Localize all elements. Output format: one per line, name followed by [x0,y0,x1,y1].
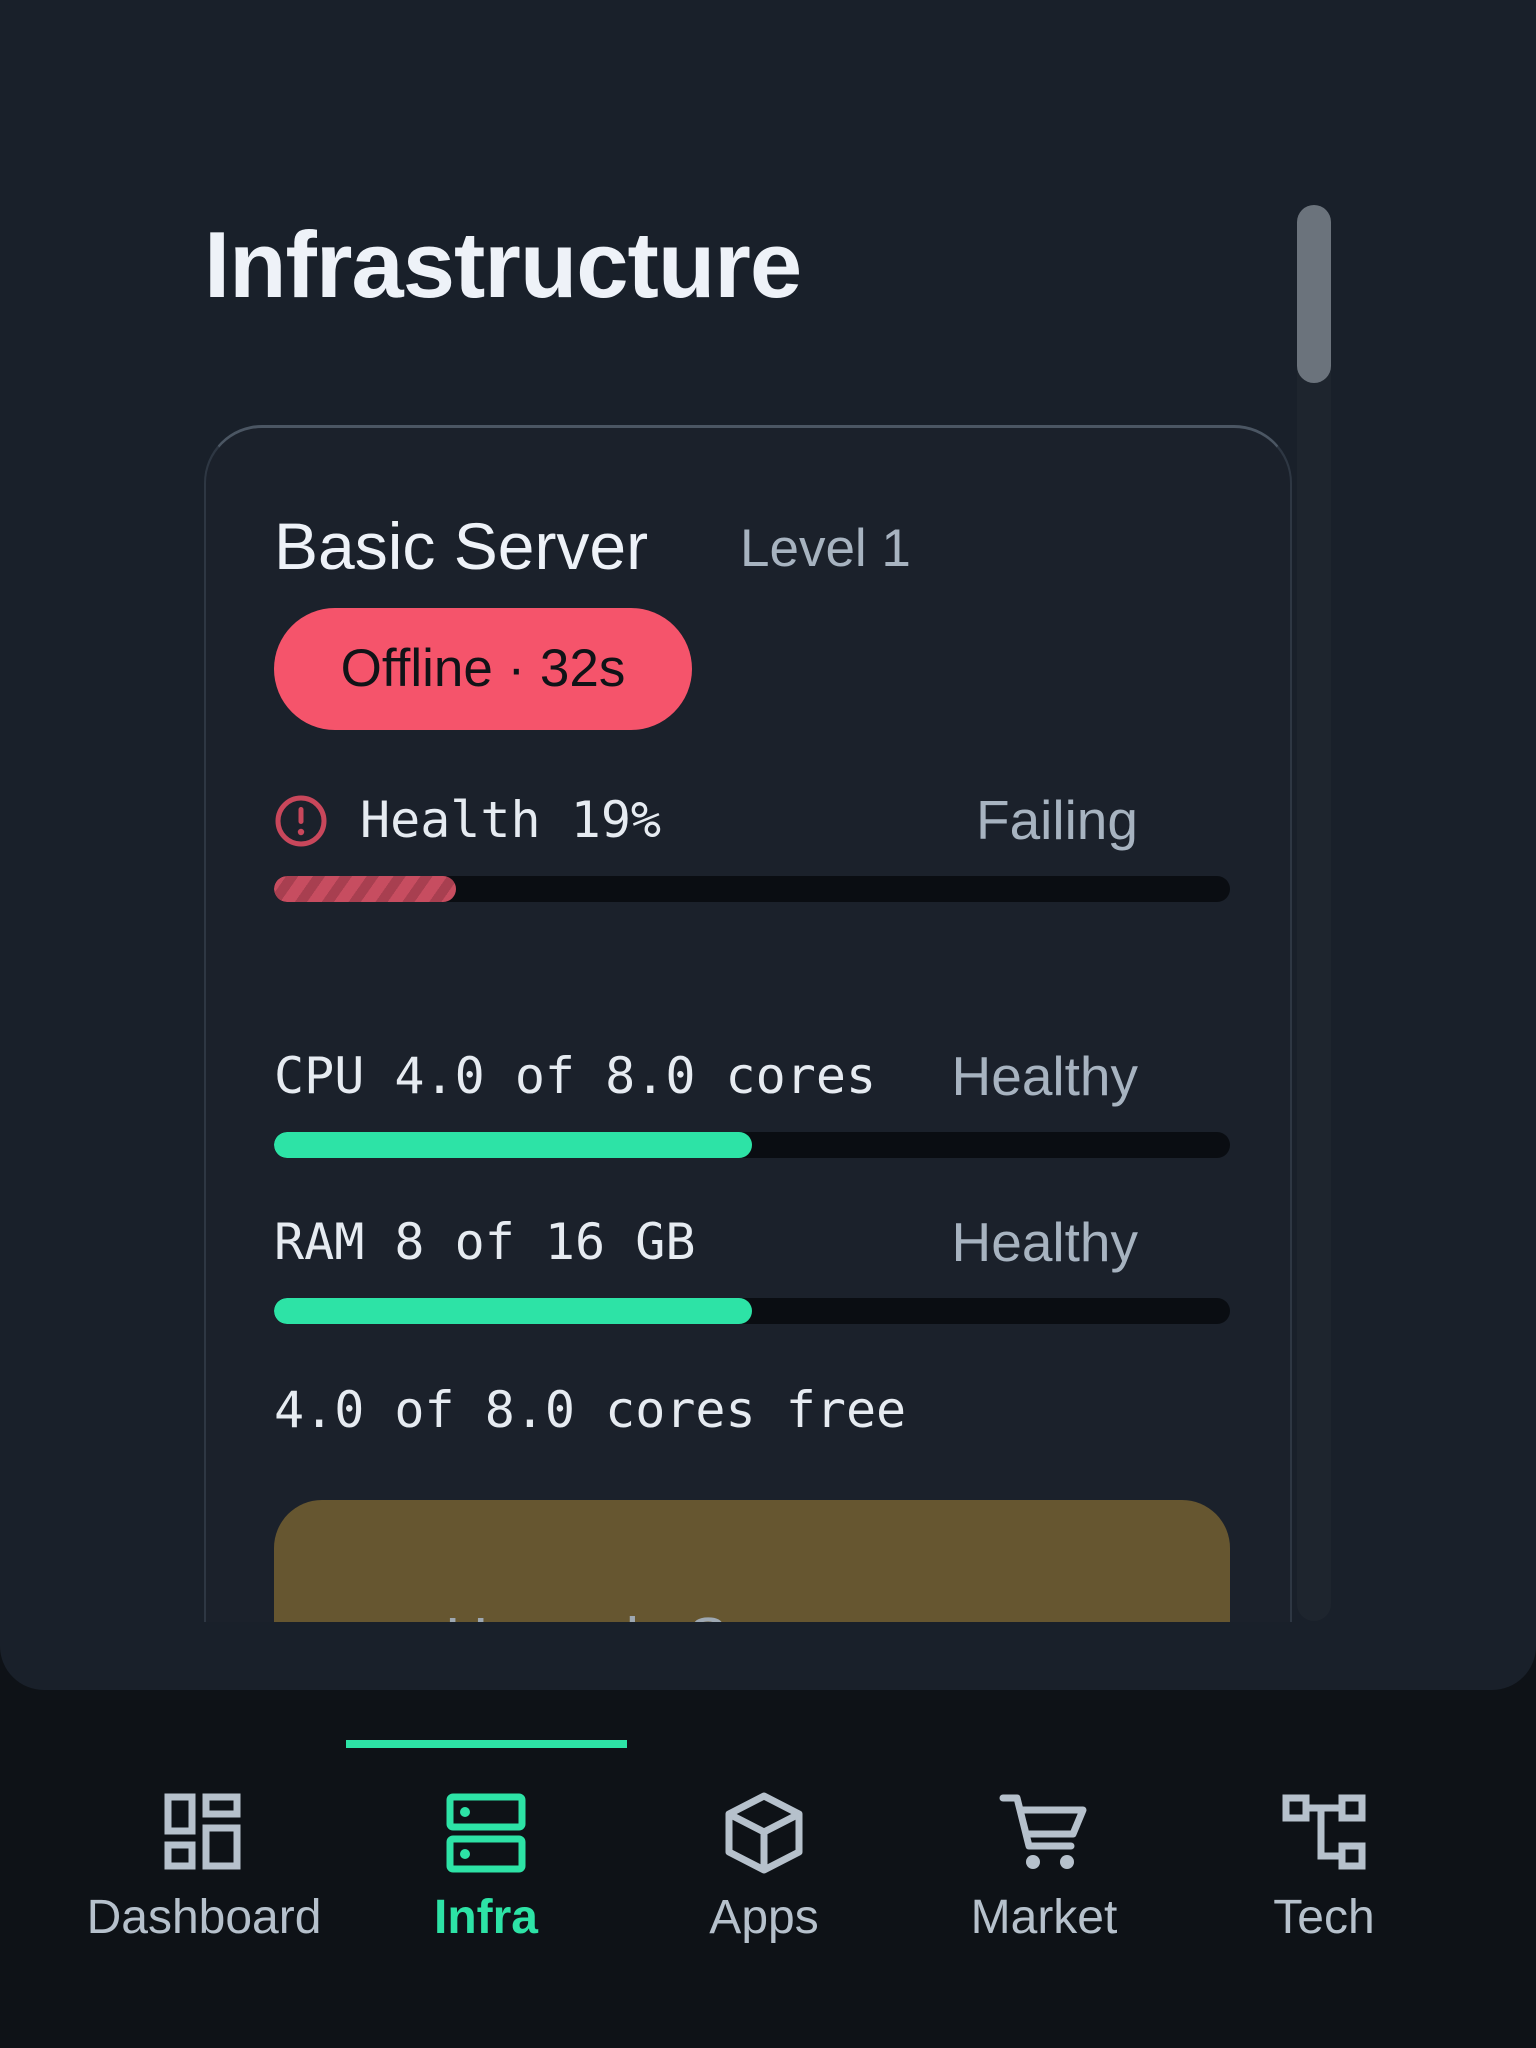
ram-label: RAM 8 of 16 GB [274,1213,696,1271]
cpu-label: CPU 4.0 of 8.0 cores [274,1047,877,1105]
nav-label: Market [970,1891,1118,1944]
cores-free-text: 4.0 of 8.0 cores free [274,1381,907,1439]
nav-infra[interactable]: Infra [346,1788,626,1978]
tech-tree-icon [1282,1794,1366,1870]
status-badge: Offline · 32s [274,608,692,730]
bottom-nav: Dashboard Infra Apps Market Tech [0,1690,1536,2048]
server-card: Basic Server Level 1 Offline · 32s Healt… [204,425,1292,1622]
server-icon [446,1793,526,1873]
scrollbar[interactable] [1297,205,1331,1621]
nav-label: Dashboard [86,1891,322,1944]
main-panel: Infrastructure Basic Server Level 1 Offl… [0,0,1536,1690]
nav-apps[interactable]: Apps [624,1788,904,1978]
dashboard-icon [164,1793,241,1870]
scroll-viewport: Basic Server Level 1 Offline · 32s Healt… [204,420,1296,1622]
page-title: Infrastructure [204,212,802,317]
server-name: Basic Server [274,509,649,583]
alert-circle-icon [275,795,327,847]
box-icon [725,1792,803,1874]
health-label: Health 19% [360,791,662,849]
cpu-state: Healthy [951,1045,1138,1107]
active-tab-indicator [346,1740,627,1748]
server-level: Level 1 [740,519,911,578]
nav-label: Infra [433,1891,538,1944]
ram-state: Healthy [951,1211,1138,1273]
nav-label: Apps [709,1891,819,1944]
nav-label: Tech [1273,1891,1375,1944]
health-bar-fill [274,876,456,902]
scrollbar-thumb[interactable] [1297,205,1331,383]
cart-icon [999,1794,1087,1869]
health-bar [274,876,1230,902]
nav-market[interactable]: Market [904,1788,1184,1978]
ram-bar-fill [274,1298,752,1324]
app: Infrastructure Basic Server Level 1 Offl… [0,0,1536,2048]
nav-tech[interactable]: Tech [1184,1788,1464,1978]
ram-bar [274,1298,1230,1324]
upgrade-server-button[interactable]: Upgrade Server · cores [274,1500,1230,1622]
cpu-bar-fill [274,1132,752,1158]
cpu-bar [274,1132,1230,1158]
health-state: Failing [975,789,1138,851]
nav-dashboard[interactable]: Dashboard [64,1788,344,1978]
